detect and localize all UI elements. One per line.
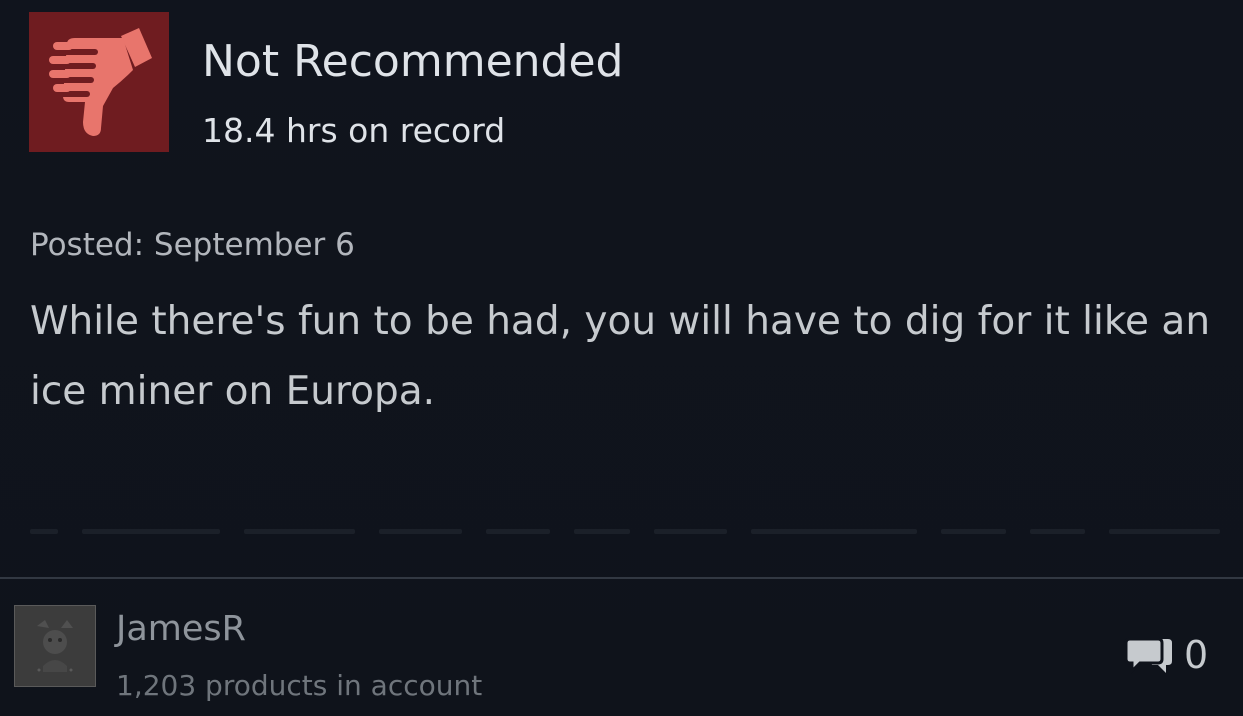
products-count: 1,203 products in account (116, 669, 483, 702)
avatar[interactable] (14, 605, 96, 687)
comment-count: 0 (1184, 633, 1209, 677)
thumbs-down-icon (49, 28, 152, 136)
review-text: While there's fun to be had, you will ha… (30, 299, 1211, 414)
divider (0, 577, 1243, 579)
hours-on-record: 18.4 hrs on record (202, 111, 506, 150)
comments-button[interactable]: 0 (1122, 628, 1208, 682)
faded-text-line (30, 508, 1220, 534)
comment-bubbles-icon (1124, 637, 1172, 675)
verdict-title: Not Recommended (202, 36, 624, 87)
posted-date: Posted: September 6 (30, 227, 355, 263)
verdict-badge (29, 12, 169, 152)
avatar-figure-icon (37, 620, 73, 672)
author-name-link[interactable]: JamesR (116, 612, 246, 647)
review-card: Not Recommended 18.4 hrs on record Poste… (0, 0, 1243, 716)
